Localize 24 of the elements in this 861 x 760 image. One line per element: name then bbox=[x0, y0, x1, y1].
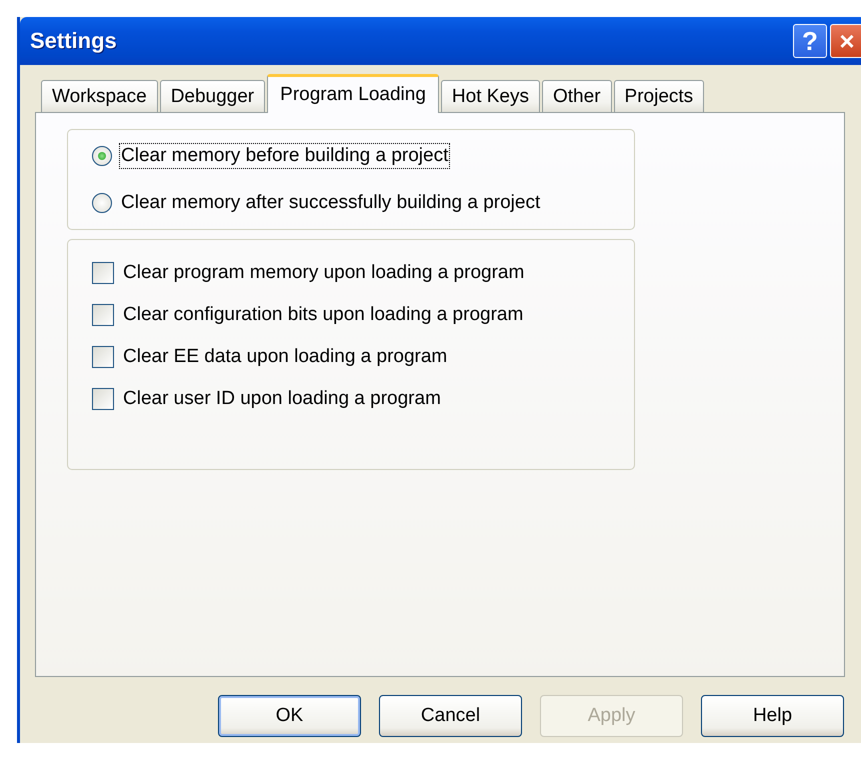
help-button[interactable]: ? bbox=[793, 24, 827, 58]
tab[interactable]: Projects bbox=[614, 80, 704, 112]
checkbox-label: Clear configuration bits upon loading a program bbox=[122, 303, 524, 327]
checkbox-label: Clear program memory upon loading a program bbox=[122, 261, 526, 285]
dialog-button[interactable]: OK bbox=[218, 695, 361, 737]
checkbox-label: Clear EE data upon loading a program bbox=[122, 345, 448, 369]
window-title: Settings bbox=[30, 28, 118, 54]
close-button[interactable]: × bbox=[830, 24, 861, 58]
dialog-button[interactable]: Cancel bbox=[379, 695, 522, 737]
dialog-button[interactable]: Help bbox=[701, 695, 844, 737]
checkbox-label: Clear user ID upon loading a program bbox=[122, 387, 442, 411]
radio-label: Clear memory after successfully building a project bbox=[120, 191, 542, 215]
checkbox[interactable] bbox=[92, 346, 114, 368]
radio-button[interactable] bbox=[92, 193, 112, 213]
checkbox[interactable] bbox=[92, 304, 114, 326]
tab[interactable]: Other bbox=[542, 80, 612, 112]
tab[interactable]: Workspace bbox=[41, 80, 158, 112]
tab[interactable]: Hot Keys bbox=[440, 80, 540, 112]
tab[interactable]: Debugger bbox=[160, 80, 266, 112]
radio-button[interactable] bbox=[92, 146, 112, 166]
checkbox[interactable] bbox=[92, 388, 114, 410]
tab[interactable]: Program Loading bbox=[267, 74, 439, 113]
radio-label: Clear memory before building a project bbox=[120, 144, 450, 168]
checkbox[interactable] bbox=[92, 262, 114, 284]
